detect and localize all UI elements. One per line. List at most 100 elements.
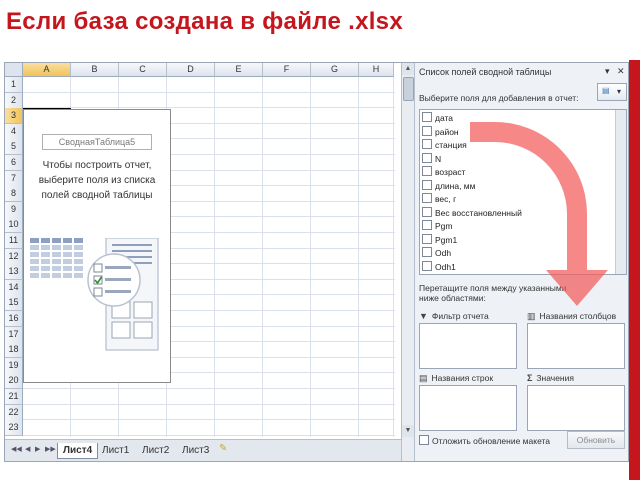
checkbox[interactable]: [422, 220, 432, 230]
last-sheet-icon[interactable]: ▶▶: [45, 445, 56, 453]
row-header[interactable]: 12: [5, 248, 23, 265]
row-header[interactable]: 15: [5, 295, 23, 312]
row-header[interactable]: 21: [5, 389, 23, 405]
field-item[interactable]: район: [422, 125, 459, 139]
column-labels-label: ▥ Названия столбцов: [527, 311, 617, 321]
field-item[interactable]: Pgm: [422, 220, 452, 233]
sigma-icon: Σ: [527, 373, 533, 383]
row-header[interactable]: 7: [5, 170, 23, 187]
row-header[interactable]: 14: [5, 279, 23, 296]
defer-update-checkbox[interactable]: [419, 435, 429, 445]
defer-update-option[interactable]: Отложить обновление макета: [419, 435, 550, 446]
row-header[interactable]: 16: [5, 311, 23, 327]
field-item[interactable]: дата: [422, 112, 453, 125]
row-header[interactable]: 11: [5, 233, 23, 249]
grid-line: [262, 77, 263, 437]
chevron-down-icon: ▾: [617, 87, 622, 96]
pivot-instruction-text: Чтобы построить отчет, выберите поля из …: [38, 160, 156, 201]
column-labels-area[interactable]: [527, 323, 625, 369]
row-header[interactable]: 2: [5, 92, 23, 109]
values-area[interactable]: [527, 385, 625, 431]
report-filter-area[interactable]: [419, 323, 517, 369]
row-header[interactable]: 20: [5, 373, 23, 390]
row-header[interactable]: 4: [5, 123, 23, 140]
field-item[interactable]: длина, мм: [422, 179, 476, 193]
sheet-tab-4[interactable]: Лист3: [177, 443, 214, 458]
checkbox[interactable]: [422, 139, 432, 149]
pivot-illustration-icon: [30, 238, 159, 351]
layout-options-button[interactable]: ▤ ▾: [597, 83, 627, 101]
sheet-tab-bar: ◀◀ ◀ ▶ ▶▶ Лист4 Лист1 Лист2 Лист3 ✎: [5, 439, 401, 461]
row-header[interactable]: 8: [5, 186, 23, 203]
row-header[interactable]: 3: [5, 108, 23, 125]
checkbox[interactable]: [422, 125, 432, 136]
field-item[interactable]: Odh1: [422, 260, 456, 274]
field-item[interactable]: станция: [422, 139, 467, 152]
field-item[interactable]: N: [422, 152, 441, 166]
field-list-scrollbar[interactable]: [615, 110, 626, 274]
grid-line: [23, 388, 395, 389]
pivot-table-placeholder[interactable]: СводнаяТаблица5 Чтобы построить отчет, в…: [23, 109, 171, 383]
checkbox[interactable]: [422, 193, 432, 203]
column-header[interactable]: E: [215, 63, 263, 77]
panel-dropdown-icon[interactable]: ▾: [605, 66, 610, 77]
insert-sheet-icon[interactable]: ✎: [219, 443, 227, 454]
grid-line: [23, 403, 395, 405]
checkbox[interactable]: [422, 247, 432, 257]
pivot-field-list-panel: Список полей сводной таблицы ▾ ✕ Выберит…: [414, 63, 628, 461]
row-header[interactable]: 19: [5, 357, 23, 374]
scroll-down-icon[interactable]: ▼: [402, 425, 414, 437]
checkbox[interactable]: [422, 112, 432, 122]
update-button[interactable]: Обновить: [567, 431, 625, 449]
pivot-table-name: СводнаяТаблица5: [42, 134, 152, 150]
column-header[interactable]: G: [311, 63, 359, 77]
row-header[interactable]: 23: [5, 420, 23, 437]
values-label: Σ Значения: [527, 373, 574, 383]
sheet-tab-1[interactable]: Лист4: [57, 443, 99, 459]
column-header[interactable]: B: [71, 63, 119, 77]
grid-line: [358, 77, 359, 437]
prev-sheet-icon[interactable]: ◀: [25, 445, 30, 453]
scroll-up-icon[interactable]: ▲: [402, 63, 414, 75]
field-item[interactable]: Вес восстановленный: [422, 206, 522, 220]
field-item[interactable]: Pgm1: [422, 233, 457, 247]
grid-line: [23, 91, 395, 93]
select-all-corner[interactable]: [5, 63, 23, 77]
row-header[interactable]: 22: [5, 404, 23, 421]
column-header[interactable]: H: [359, 63, 394, 77]
row-header[interactable]: 6: [5, 155, 23, 171]
checkbox[interactable]: [422, 166, 432, 176]
checkbox[interactable]: [422, 233, 432, 244]
grid-line: [310, 77, 311, 437]
first-sheet-icon[interactable]: ◀◀: [11, 445, 22, 453]
row-header[interactable]: 10: [5, 217, 23, 234]
vertical-scrollbar[interactable]: ▲ ▼: [401, 63, 414, 461]
next-sheet-icon[interactable]: ▶: [35, 445, 40, 453]
row-labels-area[interactable]: [419, 385, 517, 431]
layout-icon: ▤: [602, 86, 610, 95]
row-header[interactable]: 17: [5, 326, 23, 343]
checkbox[interactable]: [422, 206, 432, 217]
close-icon[interactable]: ✕: [617, 66, 625, 77]
column-header[interactable]: C: [119, 63, 167, 77]
row-header[interactable]: 13: [5, 264, 23, 281]
row-header[interactable]: 1: [5, 77, 23, 93]
checkbox[interactable]: [422, 260, 432, 271]
checkbox[interactable]: [422, 152, 432, 163]
field-item[interactable]: Odh: [422, 247, 451, 260]
grid-line: [214, 77, 215, 437]
sheet-tab-2[interactable]: Лист1: [97, 443, 134, 458]
field-item[interactable]: возраст: [422, 166, 466, 179]
checkbox[interactable]: [422, 179, 432, 190]
sheet-tab-3[interactable]: Лист2: [137, 443, 174, 458]
excel-window: ABCDEFGH 1 2 3 4 5 6 7 8 9 10 11 12 13 14 15 16 17 18 19 20…: [4, 62, 629, 462]
field-item[interactable]: вес, г: [422, 193, 456, 206]
column-header[interactable]: D: [167, 63, 215, 77]
row-header[interactable]: 9: [5, 201, 23, 218]
column-header[interactable]: F: [263, 63, 311, 77]
scroll-thumb[interactable]: [403, 77, 414, 101]
row-header[interactable]: 18: [5, 342, 23, 359]
grid-line: [393, 77, 394, 437]
column-header[interactable]: A: [23, 63, 71, 77]
row-header[interactable]: 5: [5, 139, 23, 156]
